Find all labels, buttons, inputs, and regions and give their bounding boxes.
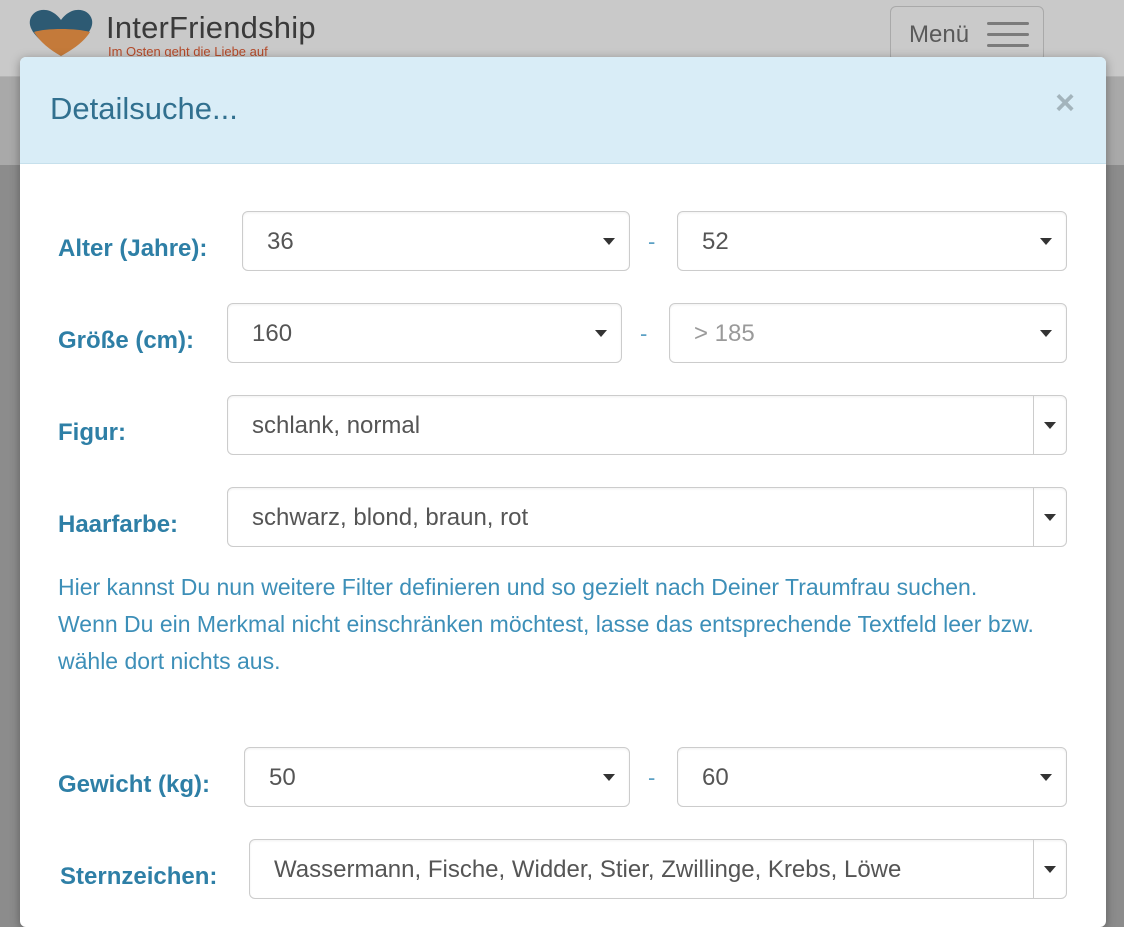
weight-to-value: 60	[702, 764, 729, 791]
close-icon[interactable]: ×	[1050, 83, 1080, 123]
zodiac-multiselect[interactable]: Wassermann, Fische, Widder, Stier, Zwill…	[249, 839, 1067, 899]
height-from-value: 160	[252, 320, 293, 347]
menu-button[interactable]: Menü	[890, 6, 1044, 62]
height-label: Größe (cm):	[58, 327, 195, 354]
age-label: Alter (Jahre):	[58, 235, 208, 262]
filter-info-text: Hier kannst Du nun weitere Filter defini…	[58, 569, 1088, 680]
caret-down-icon	[603, 238, 615, 245]
detail-search-modal: Detailsuche... × Alter (Jahre): 36 - 52 …	[20, 57, 1106, 927]
select-divider	[1033, 396, 1034, 454]
height-to-select[interactable]: > 185	[669, 303, 1067, 363]
height-from-select[interactable]: 160	[227, 303, 622, 363]
height-to-value: > 185	[694, 320, 755, 347]
select-divider	[1033, 488, 1034, 546]
age-from-select[interactable]: 36	[242, 211, 630, 271]
info-line-1: Hier kannst Du nun weitere Filter defini…	[58, 574, 978, 600]
zodiac-value: Wassermann, Fische, Widder, Stier, Zwill…	[274, 856, 902, 883]
caret-down-icon	[1040, 238, 1052, 245]
weight-to-select[interactable]: 60	[677, 747, 1067, 807]
heart-logo-icon	[29, 9, 93, 56]
caret-down-icon	[1044, 514, 1056, 521]
info-line-2: Wenn Du ein Merkmal nicht einschränken m…	[58, 611, 1034, 674]
logo-title[interactable]: InterFriendship	[106, 10, 316, 46]
caret-down-icon	[1040, 774, 1052, 781]
caret-down-icon	[1040, 330, 1052, 337]
weight-separator: -	[648, 765, 656, 790]
menu-label: Menü	[909, 21, 970, 48]
hair-label: Haarfarbe:	[58, 511, 179, 538]
caret-down-icon	[603, 774, 615, 781]
age-separator: -	[648, 229, 656, 254]
figure-multiselect[interactable]: schlank, normal	[227, 395, 1067, 455]
figure-label: Figur:	[58, 419, 126, 446]
height-separator: -	[640, 321, 648, 346]
age-from-value: 36	[267, 228, 294, 255]
weight-label: Gewicht (kg):	[58, 771, 211, 798]
age-to-value: 52	[702, 228, 729, 255]
hamburger-icon	[987, 22, 1029, 48]
zodiac-label: Sternzeichen:	[60, 863, 218, 890]
caret-down-icon	[1044, 422, 1056, 429]
caret-down-icon	[595, 330, 607, 337]
figure-value: schlank, normal	[252, 412, 421, 439]
age-to-select[interactable]: 52	[677, 211, 1067, 271]
modal-title: Detailsuche...	[50, 91, 238, 126]
select-divider	[1033, 840, 1034, 898]
caret-down-icon	[1044, 866, 1056, 873]
weight-from-value: 50	[269, 764, 296, 791]
hair-multiselect[interactable]: schwarz, blond, braun, rot	[227, 487, 1067, 547]
modal-header: Detailsuche... ×	[20, 57, 1106, 164]
hair-value: schwarz, blond, braun, rot	[252, 504, 529, 531]
weight-from-select[interactable]: 50	[244, 747, 630, 807]
